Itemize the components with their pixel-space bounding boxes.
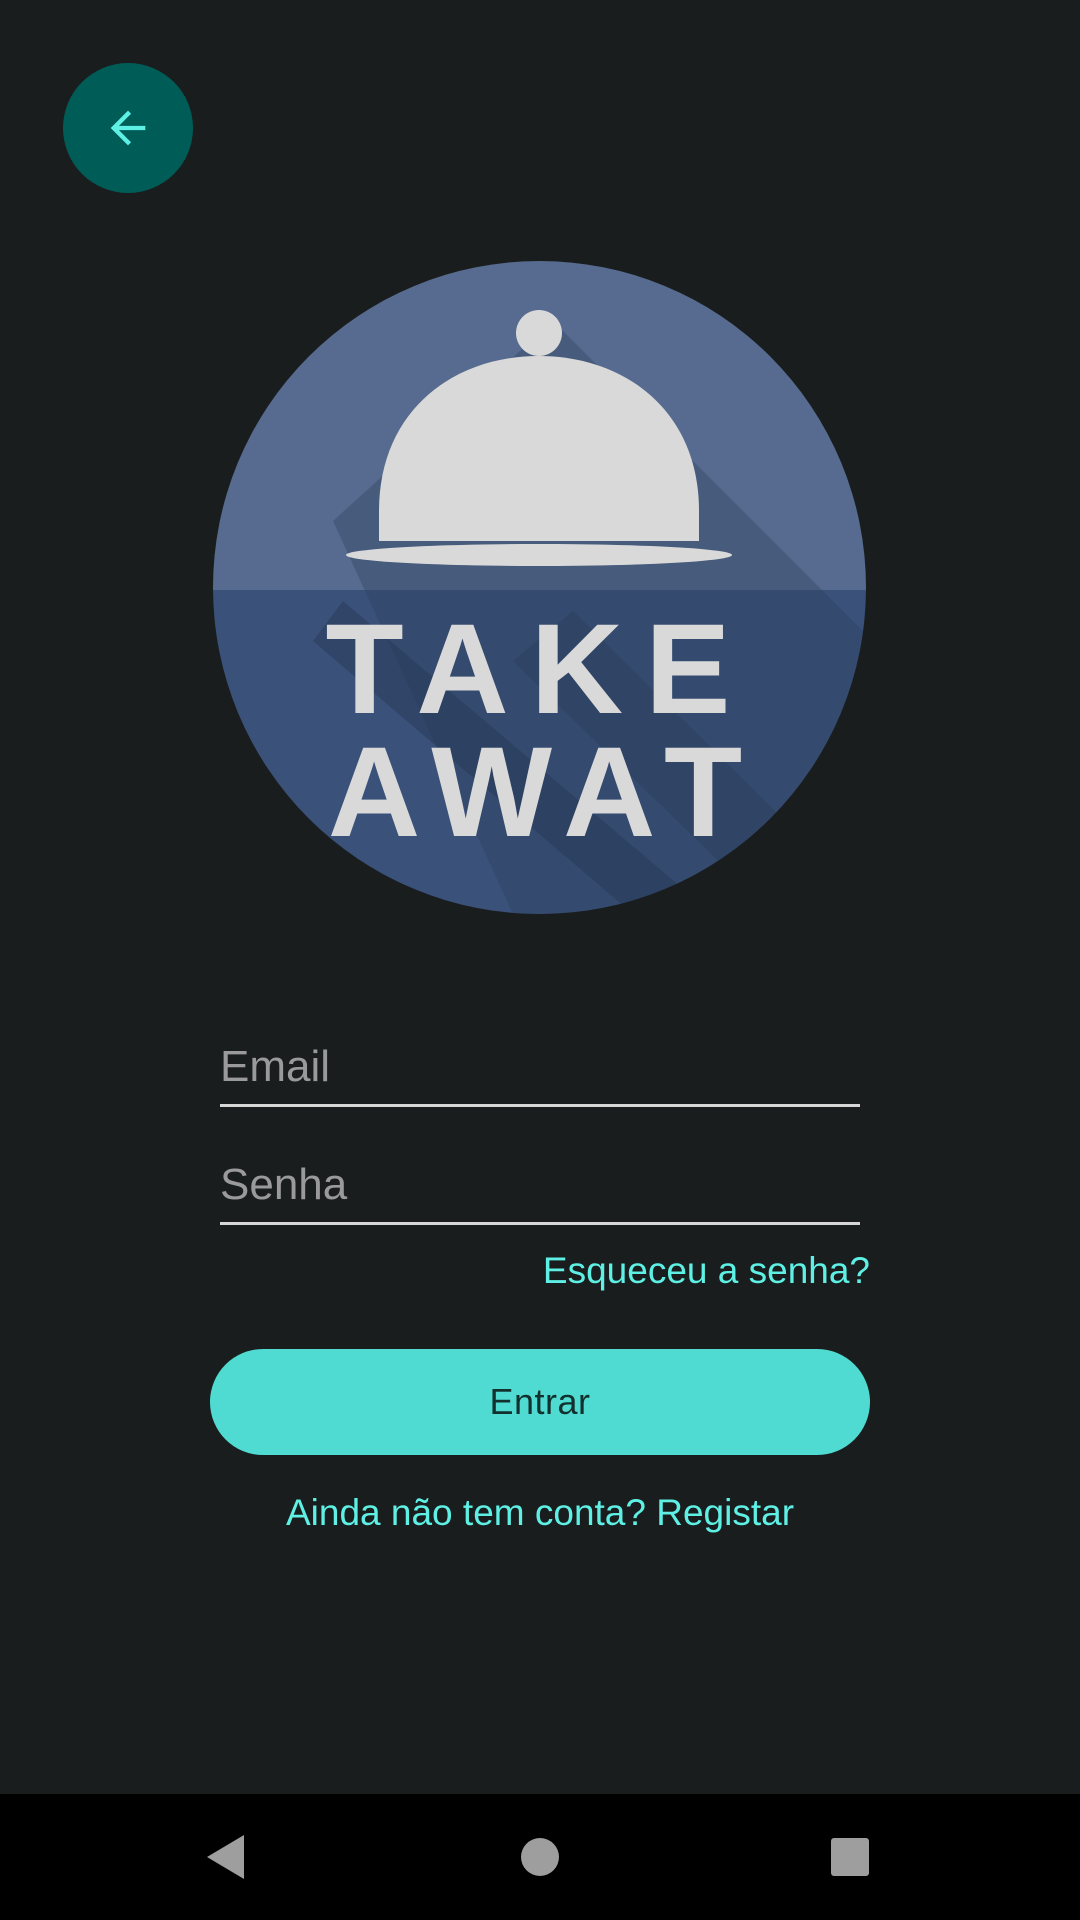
logo-text-line1: TAKE: [326, 598, 753, 741]
logo-text-line2: AWAT: [328, 721, 760, 864]
password-field-container: [220, 1148, 860, 1228]
register-link[interactable]: Ainda não tem conta? Registar: [0, 1492, 1080, 1534]
system-navigation-bar: [0, 1794, 1080, 1920]
nav-back-button[interactable]: [166, 1794, 286, 1920]
password-input[interactable]: [220, 1148, 860, 1225]
email-field-container: [220, 1030, 860, 1110]
login-screen: TAKE AWAT Esqueceu a senha? Entrar Ainda…: [0, 0, 1080, 1794]
nav-recents-button[interactable]: [790, 1794, 910, 1920]
back-button[interactable]: [63, 63, 193, 193]
nav-home-button[interactable]: [480, 1794, 600, 1920]
takeaway-logo: TAKE AWAT: [213, 261, 866, 914]
arrow-left-icon: [110, 110, 146, 146]
forgot-password-link[interactable]: Esqueceu a senha?: [543, 1250, 870, 1292]
square-recents-icon: [831, 1838, 869, 1876]
circle-home-icon: [521, 1838, 559, 1876]
triangle-back-icon: [207, 1835, 244, 1879]
email-input[interactable]: [220, 1030, 860, 1107]
login-button[interactable]: Entrar: [210, 1349, 870, 1455]
